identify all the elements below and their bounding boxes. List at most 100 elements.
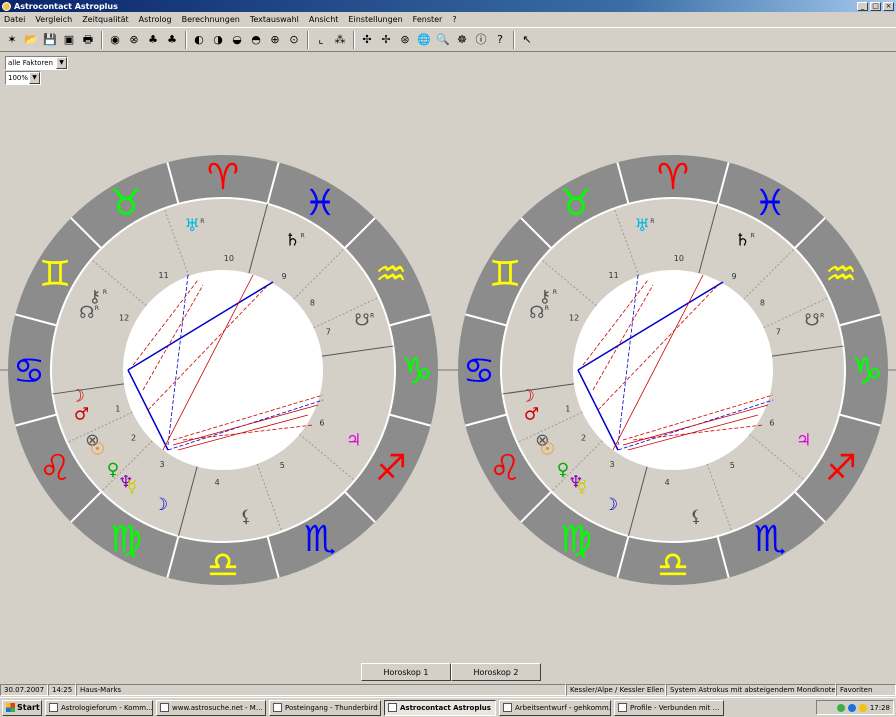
- house-number: 11: [609, 271, 619, 280]
- toolbar-separator: [353, 30, 355, 49]
- house-number: 10: [674, 254, 684, 263]
- tab-horoskop-1[interactable]: Horoskop 1: [361, 663, 451, 681]
- status-favorites: Favoriten: [836, 684, 896, 696]
- zodiac-sign-glyph: ♈: [657, 157, 689, 198]
- midpoint-icon[interactable]: ✢: [377, 31, 395, 49]
- menu-item-2[interactable]: Zeitqualität: [82, 15, 128, 24]
- taskbar-label: www.astrosuche.net - M...: [172, 703, 263, 712]
- zodiac-sign-glyph: ♑: [851, 351, 883, 392]
- tab-horoskop-2[interactable]: Horoskop 2: [451, 663, 541, 681]
- help-icon[interactable]: ?: [491, 31, 509, 49]
- chevron-down-icon[interactable]: ▼: [56, 57, 67, 69]
- synastry-icon[interactable]: ⊗: [125, 31, 143, 49]
- title-bar: Astrocontact Astroplus _ □ ×: [0, 0, 896, 12]
- lunar-icon[interactable]: ◒: [228, 31, 246, 49]
- dial-icon[interactable]: ✣: [358, 31, 376, 49]
- maximize-button[interactable]: □: [870, 1, 881, 11]
- open-icon[interactable]: 📂: [22, 31, 40, 49]
- status-time: 14:25: [48, 684, 76, 696]
- info-icon[interactable]: ⓘ: [472, 31, 490, 49]
- context-help-icon[interactable]: ↖: [518, 31, 536, 49]
- radix-icon[interactable]: ◉: [106, 31, 124, 49]
- zoom-select[interactable]: 100% ▼: [5, 71, 41, 85]
- taskbar-button[interactable]: Astrologieforum - Komm...: [45, 699, 153, 716]
- profection-icon[interactable]: ⊙: [285, 31, 303, 49]
- house-number: 7: [776, 328, 781, 337]
- app-icon: [2, 1, 11, 11]
- house-number: 12: [119, 313, 129, 322]
- retrograde-marker: R: [300, 232, 304, 239]
- new-icon[interactable]: ✶: [3, 31, 21, 49]
- save-icon[interactable]: 💾: [41, 31, 59, 49]
- app-window: Astrocontact Astroplus _ □ × Datei Vergle…: [0, 0, 896, 717]
- taskbar-label: Posteingang - Thunderbird: [285, 703, 378, 712]
- toolbar-separator: [101, 30, 103, 49]
- menu-item-5[interactable]: Textauswahl: [250, 15, 299, 24]
- planet-glyph: ♂: [524, 404, 539, 424]
- window-icon: [273, 703, 282, 712]
- chart-area[interactable]: ♈♓♒♑♐♏♎♍♌♋♊♉123456789101112♅ R♄ R⚷ R☊ R☽♂⊗☉♀…: [0, 100, 896, 660]
- view-select[interactable]: alle Faktoren ▼: [5, 56, 68, 70]
- planet-glyph: ⚸: [690, 507, 702, 527]
- composite-icon[interactable]: ♣: [144, 31, 162, 49]
- taskbar-button[interactable]: Astrocontact Astroplus: [384, 699, 496, 716]
- house-number: 1: [565, 404, 570, 413]
- menu-item-6[interactable]: Ansicht: [309, 15, 339, 24]
- planet-glyph: ☊: [79, 303, 94, 323]
- combin-icon[interactable]: ♣: [163, 31, 181, 49]
- taskbar-button[interactable]: www.astrosuche.net - M...: [156, 699, 266, 716]
- direction-icon[interactable]: ⊕: [266, 31, 284, 49]
- planet-glyph: ☉: [90, 439, 105, 459]
- zodiac-sign-glyph: ♑: [401, 351, 433, 392]
- house-number: 2: [581, 433, 586, 442]
- retrograde-marker: R: [750, 232, 754, 239]
- antivirus-icon[interactable]: [858, 703, 867, 712]
- house-number: 5: [280, 461, 285, 470]
- taskbar-button[interactable]: Profile - Verbunden mit ...: [614, 699, 724, 716]
- house-number: 6: [769, 419, 774, 428]
- menu-item-4[interactable]: Berechnungen: [182, 15, 240, 24]
- zodiac-sign-glyph: ♓: [304, 183, 336, 224]
- toolbar: ✶ 📂 💾 ▣ 🖶 ◉ ⊗ ♣ ♣ ◐ ◑ ◒ ◓ ⊕ ⊙ ⌞ ⁂ ✣ ✢ ⊛ 🌐 🔍 ☸ ⓘ? ↖: [0, 27, 896, 52]
- print-preview-icon[interactable]: ▣: [60, 31, 78, 49]
- house-number: 6: [319, 419, 324, 428]
- chevron-down-icon[interactable]: ▼: [29, 72, 40, 84]
- menu-item-7[interactable]: Einstellungen: [348, 15, 402, 24]
- progression-icon[interactable]: ◓: [247, 31, 265, 49]
- menu-bar: Datei Vergleich Zeitqualität Astrolog Berech…: [0, 12, 896, 26]
- menu-item-1[interactable]: Vergleich: [35, 15, 72, 24]
- house-number: 9: [731, 272, 736, 281]
- network-icon[interactable]: [836, 703, 845, 712]
- start-button[interactable]: Start: [2, 699, 42, 716]
- volume-icon[interactable]: [847, 703, 856, 712]
- retrograde-marker: R: [545, 305, 549, 312]
- ephemeris-icon[interactable]: ☸: [453, 31, 471, 49]
- close-button[interactable]: ×: [883, 1, 894, 11]
- diagram-icon[interactable]: ⌞: [312, 31, 330, 49]
- status-bar: 30.07.2007 14:25 Haus-Marks Kessler/Alpe…: [0, 684, 896, 696]
- menu-item-9[interactable]: ?: [452, 15, 456, 24]
- menu-item-8[interactable]: Fenster: [413, 15, 443, 24]
- transit-icon[interactable]: ◐: [190, 31, 208, 49]
- taskbar-button[interactable]: Arbeitsentwurf - gehkomm...: [499, 699, 611, 716]
- print-icon[interactable]: 🖶: [79, 31, 97, 49]
- window-icon: [503, 703, 512, 712]
- minimize-button[interactable]: _: [857, 1, 868, 11]
- zodiac-sign-glyph: ♌: [39, 448, 71, 489]
- taskbar-button[interactable]: Posteingang - Thunderbird: [269, 699, 381, 716]
- aspect-grid-icon[interactable]: ⁂: [331, 31, 349, 49]
- menu-item-3[interactable]: Astrolog: [139, 15, 172, 24]
- zodiac-sign-glyph: ♍: [560, 519, 592, 560]
- search-icon[interactable]: 🔍: [434, 31, 452, 49]
- planet-glyph: ♃: [796, 430, 811, 450]
- house-number: 8: [310, 299, 315, 308]
- menu-item-0[interactable]: Datei: [4, 15, 25, 24]
- mundane-icon[interactable]: ⊛: [396, 31, 414, 49]
- taskbar-label: Astrologieforum - Komm...: [61, 703, 153, 712]
- status-person: Kessler/Alpe / Kessler Ellen: [566, 684, 666, 696]
- solar-icon[interactable]: ◑: [209, 31, 227, 49]
- zodiac-sign-glyph: ♊: [39, 254, 71, 295]
- zodiac-sign-glyph: ♊: [489, 254, 521, 295]
- globe-icon[interactable]: 🌐: [415, 31, 433, 49]
- retrograde-marker: R: [200, 218, 204, 225]
